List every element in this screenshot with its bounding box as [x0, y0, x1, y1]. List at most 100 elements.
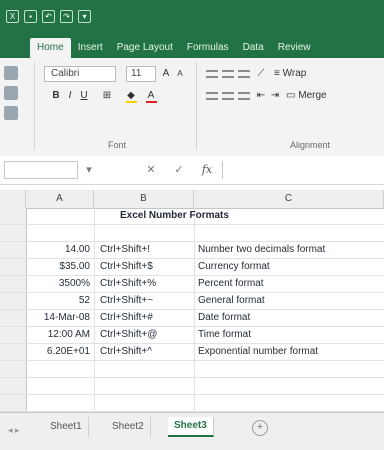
value-cell[interactable]: 52 — [28, 293, 92, 309]
sheet-tab-bar: ◂ ▸ Sheet1 Sheet2 Sheet3 + — [0, 412, 384, 450]
cut-icon[interactable] — [4, 66, 18, 80]
tab-formulas[interactable]: Formulas — [180, 38, 236, 58]
sheet-scroll-arrows-icon[interactable]: ◂ ▸ — [8, 425, 28, 437]
value-cell[interactable]: 14.00 — [28, 242, 92, 258]
shortcut-cell[interactable]: Ctrl+Shift+! — [96, 242, 192, 258]
description-cell[interactable]: Time format — [196, 327, 384, 343]
fill-color-icon[interactable]: ◆ — [124, 88, 138, 104]
table-row: $35.00 Ctrl+Shift+$ Currency format — [0, 259, 384, 276]
sheet-tab-sheet2[interactable]: Sheet2 — [106, 417, 151, 437]
select-all-corner[interactable] — [0, 190, 26, 208]
name-box[interactable] — [4, 161, 78, 179]
align-left-icon[interactable] — [206, 92, 218, 100]
decrease-indent-icon[interactable]: ⇤ — [254, 88, 268, 104]
excel-logo-icon: X — [6, 10, 19, 23]
font-name-select[interactable]: Calibri — [44, 66, 116, 82]
column-header-a[interactable]: A — [26, 190, 94, 208]
shortcut-cell[interactable]: Ctrl+Shift+$ — [96, 259, 192, 275]
tab-home[interactable]: Home — [30, 38, 71, 58]
format-painter-icon[interactable] — [4, 106, 18, 120]
align-right-icon[interactable] — [238, 92, 250, 100]
tab-insert[interactable]: Insert — [71, 38, 110, 58]
orientation-icon[interactable]: ⟋ — [254, 66, 268, 82]
font-group-label: Font — [108, 140, 127, 150]
tab-review[interactable]: Review — [271, 38, 318, 58]
font-color-button[interactable]: A — [144, 88, 158, 104]
font-size-select[interactable]: 11 — [126, 66, 156, 82]
table-row: 3500% Ctrl+Shift+% Percent format — [0, 276, 384, 293]
shortcut-cell[interactable]: Ctrl+Shift+@ — [96, 327, 192, 343]
bold-button[interactable]: B — [50, 88, 62, 104]
ribbon-tabs: Home Insert Page Layout Formulas Data Re… — [0, 34, 384, 58]
value-cell[interactable]: 12:00 AM — [28, 327, 92, 343]
wrap-text-label: Wrap — [282, 68, 307, 79]
description-cell[interactable]: Exponential number format — [196, 344, 384, 360]
value-cell[interactable]: $35.00 — [28, 259, 92, 275]
group-divider — [196, 62, 197, 150]
name-box-dropdown-icon[interactable]: ▾ — [82, 162, 96, 178]
align-center-icon[interactable] — [222, 92, 234, 100]
excel-window: X ▪ ↶ ↷ ▾ Home Insert Page Layout Formul… — [0, 0, 384, 450]
customize-icon[interactable]: ▾ — [78, 10, 91, 23]
insert-function-icon[interactable]: fx — [200, 162, 214, 178]
shortcut-cell[interactable]: Ctrl+Shift+# — [96, 310, 192, 326]
table-row: 14.00 Ctrl+Shift+! Number two decimals f… — [0, 242, 384, 259]
formula-bar: ▾ ✕ ✓ fx — [0, 156, 384, 185]
redo-icon[interactable]: ↷ — [60, 10, 73, 23]
description-cell[interactable]: Number two decimals format — [196, 242, 384, 258]
table-row — [0, 378, 384, 395]
group-divider — [34, 62, 35, 150]
merge-center-button[interactable]: ▭ Merge — [286, 88, 336, 104]
table-row: 52 Ctrl+Shift+~ General format — [0, 293, 384, 310]
shrink-font-button[interactable]: A — [174, 66, 186, 82]
grow-font-button[interactable]: A — [160, 66, 172, 82]
alignment-group-label: Alignment — [290, 140, 331, 150]
column-header-c[interactable]: C — [194, 190, 384, 208]
table-row: 12:00 AM Ctrl+Shift+@ Time format — [0, 327, 384, 344]
formula-input[interactable] — [222, 161, 384, 179]
enter-icon[interactable]: ✓ — [172, 162, 186, 178]
shortcut-cell[interactable]: Ctrl+Shift+~ — [96, 293, 192, 309]
worksheet-grid[interactable]: A B C Excel Number Formats 14.00 Ctrl+Sh… — [0, 190, 384, 412]
value-cell[interactable]: 14-Mar-08 — [28, 310, 92, 326]
tab-page-layout[interactable]: Page Layout — [110, 38, 180, 58]
underline-button[interactable]: U — [78, 88, 90, 104]
shortcut-cell[interactable]: Ctrl+Shift+% — [96, 276, 192, 292]
description-cell[interactable]: Percent format — [196, 276, 384, 292]
merge-label: Merge — [298, 90, 327, 101]
borders-icon[interactable]: ⊞ — [100, 88, 114, 104]
ribbon-home-panel: Calibri 11 A A B I U ⊞ ◆ A ⟋ ≡ Wrap ⇤ ⇥ … — [0, 58, 384, 157]
column-headers: A B C — [0, 190, 384, 209]
cancel-icon[interactable]: ✕ — [144, 162, 158, 178]
description-cell[interactable]: Date format — [196, 310, 384, 326]
table-row: 6.20E+01 Ctrl+Shift+^ Exponential number… — [0, 344, 384, 361]
copy-icon[interactable] — [4, 86, 18, 100]
align-bottom-icon[interactable] — [238, 70, 250, 78]
add-sheet-button[interactable]: + — [252, 420, 268, 436]
description-cell[interactable]: General format — [196, 293, 384, 309]
shortcut-cell[interactable]: Ctrl+Shift+^ — [96, 344, 192, 360]
quick-access-toolbar: X ▪ ↶ ↷ ▾ — [6, 10, 91, 23]
align-top-icon[interactable] — [206, 70, 218, 78]
table-row: Excel Number Formats — [0, 208, 384, 225]
increase-indent-icon[interactable]: ⇥ — [268, 88, 282, 104]
font-color-label: A — [147, 90, 155, 101]
save-icon[interactable]: ▪ — [24, 10, 37, 23]
merge-icon: ▭ — [286, 90, 299, 101]
value-cell[interactable]: 3500% — [28, 276, 92, 292]
sheet-tab-sheet1[interactable]: Sheet1 — [44, 417, 89, 437]
undo-icon[interactable]: ↶ — [42, 10, 55, 23]
wrap-text-button[interactable]: ≡ Wrap — [274, 66, 324, 82]
description-cell[interactable]: Currency format — [196, 259, 384, 275]
tab-data[interactable]: Data — [236, 38, 271, 58]
italic-button[interactable]: I — [64, 88, 76, 104]
wrap-text-icon: ≡ — [274, 68, 283, 79]
table-row — [0, 395, 384, 412]
table-row — [0, 361, 384, 378]
table-title[interactable]: Excel Number Formats — [120, 208, 290, 224]
value-cell[interactable]: 6.20E+01 — [28, 344, 92, 360]
sheet-tab-sheet3[interactable]: Sheet3 — [168, 417, 214, 437]
column-header-b[interactable]: B — [94, 190, 194, 208]
align-middle-icon[interactable] — [222, 70, 234, 78]
clipboard-group — [4, 66, 18, 120]
